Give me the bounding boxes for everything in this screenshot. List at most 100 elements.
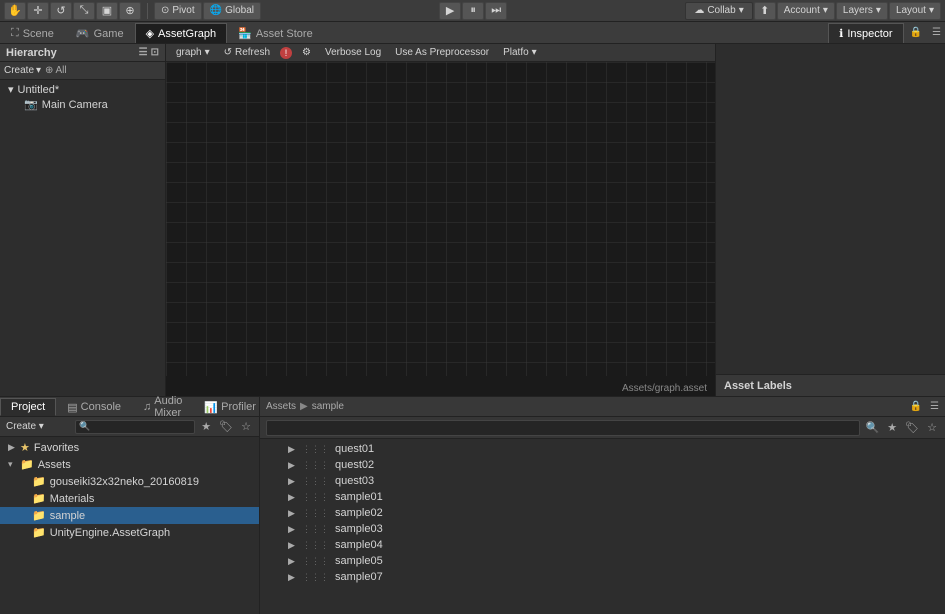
breadcrumb-sample[interactable]: sample: [312, 401, 344, 412]
graph-label: graph: [176, 47, 202, 58]
folder-sample-item[interactable]: 📁 sample: [0, 507, 259, 524]
tab-project[interactable]: Project: [0, 398, 56, 416]
project-create-button[interactable]: Create ▾: [6, 421, 44, 432]
hierarchy-panel: Hierarchy ☰ ⊡ Create ▾ ⊕ All ▾: [0, 44, 166, 396]
file-list-header: Assets ▶ sample 🔒 ☰: [260, 397, 945, 417]
hierarchy-toolbar: Create ▾ ⊕ All: [0, 62, 165, 80]
project-search-box[interactable]: 🔍: [75, 420, 195, 434]
tab-assetstore[interactable]: 🏪 Asset Store: [227, 23, 324, 43]
hierarchy-main-camera-item[interactable]: 📷 Main Camera: [0, 97, 165, 112]
file-item-sample03[interactable]: ▶ ⋮⋮⋮ sample03: [260, 521, 945, 537]
assetgraph-canvas[interactable]: [166, 62, 715, 376]
assets-header-item[interactable]: ▾ 📁 Assets: [0, 456, 259, 473]
play-controls: ▶ ⏸ ⏭: [439, 2, 507, 20]
account-button[interactable]: Account ▾: [777, 2, 835, 20]
refresh-button[interactable]: ↺ Refresh: [220, 45, 274, 60]
file-item-sample01[interactable]: ▶ ⋮⋮⋮ sample01: [260, 489, 945, 505]
hierarchy-search-all[interactable]: ⊕ All: [45, 65, 67, 76]
sample02-arrow: ▶: [288, 508, 296, 519]
sample03-dots: ⋮⋮⋮: [302, 524, 329, 535]
verbose-log-button[interactable]: Verbose Log: [321, 45, 385, 60]
sample01-label: sample01: [335, 491, 383, 503]
hand-tool-icon[interactable]: ✋: [4, 2, 26, 20]
hierarchy-create-label: Create: [4, 65, 34, 76]
folder-gouseiki-item[interactable]: 📁 gouseiki32x32neko_20160819: [0, 473, 259, 490]
tab-scene[interactable]: ⛶ Scene: [0, 23, 65, 43]
file-tag-icon[interactable]: 🏷: [903, 421, 921, 434]
file-star-icon[interactable]: ★: [885, 421, 899, 434]
collab-button[interactable]: ☁ Collab ▾: [685, 2, 752, 20]
game-tab-icon: 🎮: [76, 27, 90, 40]
file-item-sample07[interactable]: ▶ ⋮⋮⋮ sample07: [260, 569, 945, 585]
file-item-quest01[interactable]: ▶ ⋮⋮⋮ quest01: [260, 441, 945, 457]
move-tool-icon[interactable]: ✛: [27, 2, 49, 20]
project-settings-icon[interactable]: ☆: [239, 420, 253, 433]
combined-tool-icon[interactable]: ⊕: [119, 2, 141, 20]
scale-tool-icon[interactable]: ⤡: [73, 2, 95, 20]
quest02-arrow: ▶: [288, 460, 296, 471]
file-search-input[interactable]: [266, 420, 860, 436]
project-tab-label: Project: [11, 401, 45, 413]
favorites-arrow-icon: ▶: [8, 442, 16, 453]
tab-assetgraph[interactable]: ◈ AssetGraph: [135, 23, 228, 43]
file-item-sample05[interactable]: ▶ ⋮⋮⋮ sample05: [260, 553, 945, 569]
top-toolbar: ✋ ✛ ↺ ⤡ ▣ ⊕ ⊙ Pivot 🌐 Global ▶ ⏸ ⏭ ☁ Col…: [0, 0, 945, 22]
file-list-menu-icon[interactable]: ☰: [930, 401, 939, 412]
file-settings-icon[interactable]: ☆: [925, 421, 939, 434]
file-item-sample02[interactable]: ▶ ⋮⋮⋮ sample02: [260, 505, 945, 521]
pause-button[interactable]: ⏸: [462, 2, 484, 20]
tabs-row: ⛶ Scene 🎮 Game ◈ AssetGraph 🏪 Asset Stor…: [0, 22, 945, 44]
materials-label: Materials: [50, 493, 95, 505]
pivot-button[interactable]: ⊙ Pivot: [154, 2, 202, 20]
folder-materials-item[interactable]: 📁 Materials: [0, 490, 259, 507]
global-button[interactable]: 🌐 Global: [203, 2, 261, 20]
assets-folder-icon: 📁: [20, 458, 34, 471]
favorites-header-item[interactable]: ▶ ★ Favorites: [0, 439, 259, 456]
tab-game[interactable]: 🎮 Game: [65, 23, 135, 43]
hierarchy-menu-icon[interactable]: ☰: [139, 47, 148, 58]
inspector-menu-icon[interactable]: ☰: [928, 27, 945, 38]
graph-arrow-icon: ▾: [205, 47, 210, 58]
quest02-label: quest02: [335, 459, 374, 471]
layers-button[interactable]: Layers ▾: [836, 2, 888, 20]
hierarchy-lock-icon[interactable]: ⊡: [151, 47, 159, 58]
inspector-panel: Asset Labels: [715, 44, 945, 396]
use-as-preprocessor-button[interactable]: Use As Preprocessor: [391, 45, 493, 60]
main-layout: Hierarchy ☰ ⊡ Create ▾ ⊕ All ▾: [0, 44, 945, 614]
file-item-quest02[interactable]: ▶ ⋮⋮⋮ quest02: [260, 457, 945, 473]
cloud-upload-icon[interactable]: ⬆: [754, 2, 776, 20]
console-tab-icon: ▤: [67, 401, 77, 414]
file-list-lock-icon[interactable]: 🔒: [910, 401, 922, 412]
layout-button[interactable]: Layout ▾: [889, 2, 941, 20]
quest02-dots: ⋮⋮⋮: [302, 460, 329, 471]
hierarchy-untitled-item[interactable]: ▾ Untitled*: [0, 82, 165, 97]
rect-tool-icon[interactable]: ▣: [96, 2, 118, 20]
profiler-tab-icon: 📊: [204, 401, 218, 414]
file-item-sample04[interactable]: ▶ ⋮⋮⋮ sample04: [260, 537, 945, 553]
project-toolbar: Create ▾ 🔍 ★ 🏷 ☆: [0, 417, 259, 437]
asset-labels-text: Asset Labels: [724, 380, 792, 392]
project-star-icon[interactable]: ★: [199, 420, 213, 433]
assets-label: Assets: [38, 459, 71, 471]
sample04-arrow: ▶: [288, 540, 296, 551]
tab-audio-mixer[interactable]: ♫ Audio Mixer: [132, 398, 193, 416]
tab-inspector[interactable]: ℹ Inspector: [828, 23, 903, 43]
project-tag-icon[interactable]: 🏷: [217, 420, 235, 433]
tab-profiler[interactable]: 📊 Profiler: [193, 398, 267, 416]
play-button[interactable]: ▶: [439, 2, 461, 20]
file-item-quest03[interactable]: ▶ ⋮⋮⋮ quest03: [260, 473, 945, 489]
tab-console[interactable]: ▤ Console: [56, 398, 132, 416]
folder-unityengine-item[interactable]: 📁 UnityEngine.AssetGraph: [0, 524, 259, 541]
global-icon: 🌐: [210, 5, 222, 16]
rotate-tool-icon[interactable]: ↺: [50, 2, 72, 20]
platform-dropdown[interactable]: Platfo ▾: [499, 45, 541, 60]
inspector-lock-icon[interactable]: 🔒: [904, 27, 928, 38]
breadcrumb-assets[interactable]: Assets: [266, 401, 296, 412]
favorites-label: Favorites: [34, 442, 79, 454]
search-icon: 🔍: [864, 421, 882, 434]
settings-icon-btn[interactable]: ⚙: [298, 45, 315, 60]
graph-dropdown[interactable]: graph ▾: [172, 45, 214, 60]
step-button[interactable]: ⏭: [485, 2, 507, 20]
bottom-tabs: Project ▤ Console ♫ Audio Mixer 📊 Profil…: [0, 397, 259, 417]
hierarchy-create-button[interactable]: Create ▾: [4, 65, 41, 76]
